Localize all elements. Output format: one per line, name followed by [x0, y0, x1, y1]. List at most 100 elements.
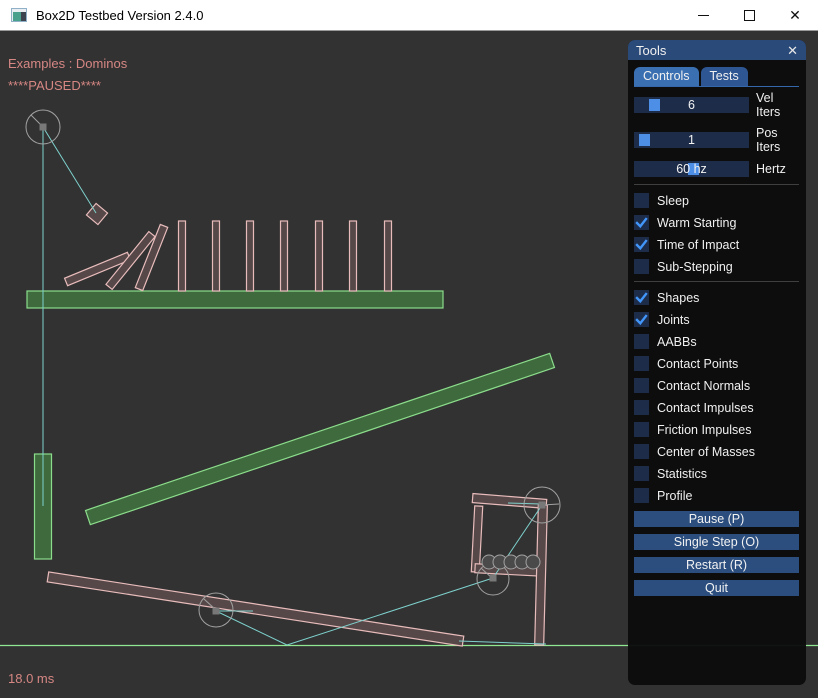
simulation-checkbox-group: Sleep Warm Starting Time of Impact Sub-Step… [634, 193, 799, 274]
slider-value: 1 [634, 132, 749, 148]
slider-list: 6 Vel Iters 1 Pos Iters 60 hz Hertz [634, 91, 799, 177]
contact-points-checkbox[interactable]: Contact Points [634, 356, 799, 371]
check-icon [634, 215, 649, 230]
stand-left-post [471, 506, 482, 572]
checkbox-box[interactable] [634, 290, 649, 305]
hertz-slider-row: 60 hz Hertz [634, 161, 799, 177]
ball [526, 555, 540, 569]
tools-close-button[interactable]: ✕ [787, 44, 798, 57]
joint-anchor [40, 124, 47, 131]
minimize-icon [698, 15, 709, 16]
checkbox-label: Sub-Stepping [657, 260, 733, 274]
maximize-button[interactable] [726, 0, 772, 30]
checkbox-label: Center of Masses [657, 445, 755, 459]
domino-upright [213, 221, 220, 291]
contact-normals-checkbox[interactable]: Contact Normals [634, 378, 799, 393]
paused-label: ****PAUSED**** [8, 78, 101, 93]
joint-line [459, 641, 546, 644]
joints-checkbox[interactable]: Joints [634, 312, 799, 327]
minimize-button[interactable] [680, 0, 726, 30]
warm-starting-checkbox[interactable]: Warm Starting [634, 215, 799, 230]
checkbox-box[interactable] [634, 237, 649, 252]
friction-impulses-checkbox[interactable]: Friction Impulses [634, 422, 799, 437]
aabbs-checkbox[interactable]: AABBs [634, 334, 799, 349]
check-icon [634, 237, 649, 252]
checkbox-label: Contact Impulses [657, 401, 754, 415]
shapes-checkbox[interactable]: Shapes [634, 290, 799, 305]
checkbox-box[interactable] [634, 378, 649, 393]
pos-iters-slider[interactable]: 1 [634, 132, 749, 148]
separator [634, 281, 799, 282]
example-label: Examples : Dominos [8, 56, 127, 71]
domino-upright [385, 221, 392, 291]
vel-iters-slider[interactable]: 6 [634, 97, 749, 113]
contact-impulses-checkbox[interactable]: Contact Impulses [634, 400, 799, 415]
pendulum-box [86, 203, 107, 224]
check-icon [634, 312, 649, 327]
tab-bar: ControlsTests [634, 67, 799, 87]
button-group: Pause (P) Single Step (O) Restart (R) Quit [634, 511, 799, 596]
app-window: Box2D Testbed Version 2.4.0 ✕ Examples :… [0, 0, 818, 698]
checkbox-box[interactable] [634, 444, 649, 459]
tools-panel-title: Tools [636, 43, 666, 58]
slider-label: Vel Iters [756, 91, 799, 119]
slider-label: Hertz [756, 162, 786, 176]
checkbox-box[interactable] [634, 466, 649, 481]
slider-value: 6 [634, 97, 749, 113]
tab-tests[interactable]: Tests [701, 67, 748, 86]
tools-body: ControlsTests 6 Vel Iters 1 Pos Iters 60 hz H… [628, 60, 806, 596]
app-icon [11, 8, 27, 22]
check-icon [634, 290, 649, 305]
slider-value: 60 hz [634, 161, 749, 177]
slider-label: Pos Iters [756, 126, 799, 154]
close-button[interactable]: ✕ [772, 0, 818, 30]
checkbox-box[interactable] [634, 356, 649, 371]
checkbox-label: Profile [657, 489, 692, 503]
sleep-checkbox[interactable]: Sleep [634, 193, 799, 208]
seesaw-plank [47, 572, 464, 646]
time-of-impact-checkbox[interactable]: Time of Impact [634, 237, 799, 252]
checkbox-label: AABBs [657, 335, 697, 349]
domino-upright [179, 221, 186, 291]
center-of-masses-checkbox[interactable]: Center of Masses [634, 444, 799, 459]
checkbox-box[interactable] [634, 312, 649, 327]
domino-upright [281, 221, 288, 291]
tools-titlebar[interactable]: Tools ✕ [628, 40, 806, 60]
tools-panel: Tools ✕ ControlsTests 6 Vel Iters 1 Pos Ite… [628, 40, 806, 685]
window-titlebar[interactable]: Box2D Testbed Version 2.4.0 ✕ [0, 0, 818, 31]
frame-time-label: 18.0 ms [8, 671, 54, 686]
sub-stepping-checkbox[interactable]: Sub-Stepping [634, 259, 799, 274]
restart-button[interactable]: Restart (R) [634, 557, 799, 573]
dominos-platform [27, 291, 443, 308]
hertz-slider[interactable]: 60 hz [634, 161, 749, 177]
checkbox-label: Joints [657, 313, 690, 327]
checkbox-box[interactable] [634, 422, 649, 437]
close-icon: ✕ [789, 7, 801, 24]
checkbox-label: Contact Normals [657, 379, 750, 393]
domino-upright [316, 221, 323, 291]
checkbox-box[interactable] [634, 215, 649, 230]
pause-button[interactable]: Pause (P) [634, 511, 799, 527]
physics-canvas[interactable]: Examples : Dominos ****PAUSED**** 18.0 m… [0, 31, 818, 698]
checkbox-label: Contact Points [657, 357, 738, 371]
checkbox-label: Sleep [657, 194, 689, 208]
checkbox-box[interactable] [634, 488, 649, 503]
draw-checkbox-group: Shapes Joints AABBs Contact Points Contact N… [634, 290, 799, 503]
pos-iters-slider-row: 1 Pos Iters [634, 126, 799, 154]
separator [634, 184, 799, 185]
statistics-checkbox[interactable]: Statistics [634, 466, 799, 481]
checkbox-label: Time of Impact [657, 238, 739, 252]
checkbox-label: Warm Starting [657, 216, 736, 230]
checkbox-box[interactable] [634, 334, 649, 349]
tab-controls[interactable]: Controls [634, 67, 699, 86]
quit-button[interactable]: Quit [634, 580, 799, 596]
checkbox-box[interactable] [634, 193, 649, 208]
checkbox-label: Statistics [657, 467, 707, 481]
single-step-button[interactable]: Single Step (O) [634, 534, 799, 550]
stand-top-bar [472, 494, 546, 509]
checkbox-label: Friction Impulses [657, 423, 751, 437]
joint-line [43, 127, 96, 213]
checkbox-box[interactable] [634, 400, 649, 415]
profile-checkbox[interactable]: Profile [634, 488, 799, 503]
checkbox-box[interactable] [634, 259, 649, 274]
